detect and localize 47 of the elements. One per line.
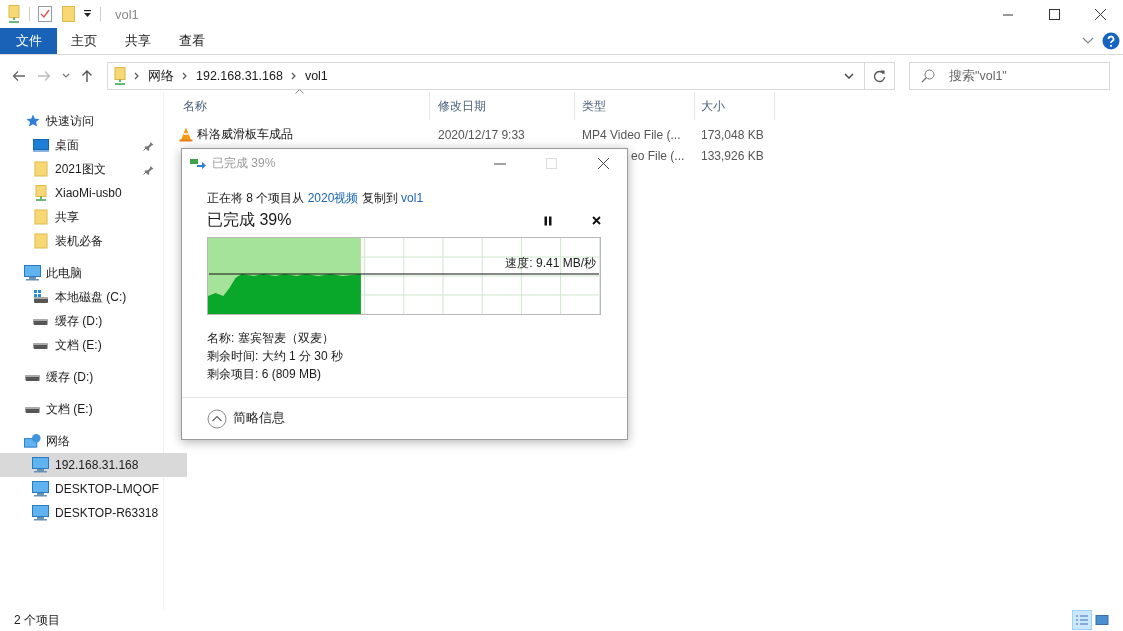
nav-group-item[interactable]: 快速访问 [0,109,163,133]
nav-item[interactable]: 2021图文 [0,157,163,181]
detail-text: 剩余时间: 大约 1 分 30 秒 [207,348,345,365]
table-cell-text: 2020/12/17 9:33 [437,126,526,144]
file-name[interactable]: 科洛威滑板车成品 [177,124,430,145]
ribbon-tab[interactable]: 主页 [57,28,111,54]
nav-item[interactable]: 共享 [0,205,163,229]
table-cell-text: MP4 Video File (... [581,126,682,144]
nav-item[interactable]: 192.168.31.168 [0,453,187,477]
nav-group-item[interactable]: 文档 (E:) [0,397,163,421]
nav-group-item[interactable]: 缓存 (D:) [0,365,163,389]
nav-item[interactable]: 桌面 [0,133,163,157]
table-cell-text: 133,926 KB [700,147,765,165]
nav-item[interactable]: DESKTOP-LMQOF [0,477,163,501]
progress-heading: 已完成 39% [207,210,293,230]
file-menu-button[interactable]: 文件 [0,28,57,54]
dialog-title: 已完成 39% [212,154,276,172]
table-cell-text: eo File (... [631,147,686,165]
nav-item[interactable]: 缓存 (D:) [0,309,163,333]
breadcrumb[interactable]: 192.168.31.168 [196,69,283,83]
column-header[interactable]: 类型 [575,92,695,120]
nav-group-item[interactable]: 此电脑 [0,261,163,285]
ribbon-tab[interactable]: 查看 [165,28,219,54]
column-header[interactable]: 大小 [695,92,775,120]
address-field[interactable]: 网络 192.168.31.168 vol1 [107,62,865,90]
nav-group-item[interactable]: 网络 [0,429,163,453]
nav-item[interactable]: 装机必备 [0,229,163,253]
search-field[interactable]: 搜索"vol1" [909,62,1110,90]
nav-item[interactable]: DESKTOP-R63318 [0,501,163,525]
speed-label: 速度: 9.41 MB/秒 [504,255,597,272]
details-toggle[interactable]: 简略信息 [207,408,285,429]
detail-text: 名称: 塞宾智麦（双麦） [207,330,335,347]
breadcrumb[interactable]: vol1 [304,69,328,83]
nav-item[interactable]: 文档 (E:) [0,333,163,357]
breadcrumb[interactable]: 网络 [148,67,174,85]
column-header[interactable]: 修改日期 [430,92,575,120]
nav-item[interactable]: 本地磁盘 (C:) [0,285,163,309]
item-count: 2 个项目 [14,611,60,629]
link[interactable]: vol1 [401,191,424,205]
table-cell-text: 173,048 KB [700,126,765,144]
ribbon-tab[interactable]: 共享 [111,28,165,54]
window-title: vol1 [115,6,139,22]
detail-text: 剩余项目: 6 (809 MB) [207,366,323,383]
copy-message: 正在将 8 个项目从 2020视频 复制到 vol1 [207,190,425,207]
column-header[interactable]: 名称 [177,92,430,120]
link[interactable]: 2020视频 [307,191,359,205]
nav-item[interactable]: XiaoMi-usb0 [0,181,163,205]
